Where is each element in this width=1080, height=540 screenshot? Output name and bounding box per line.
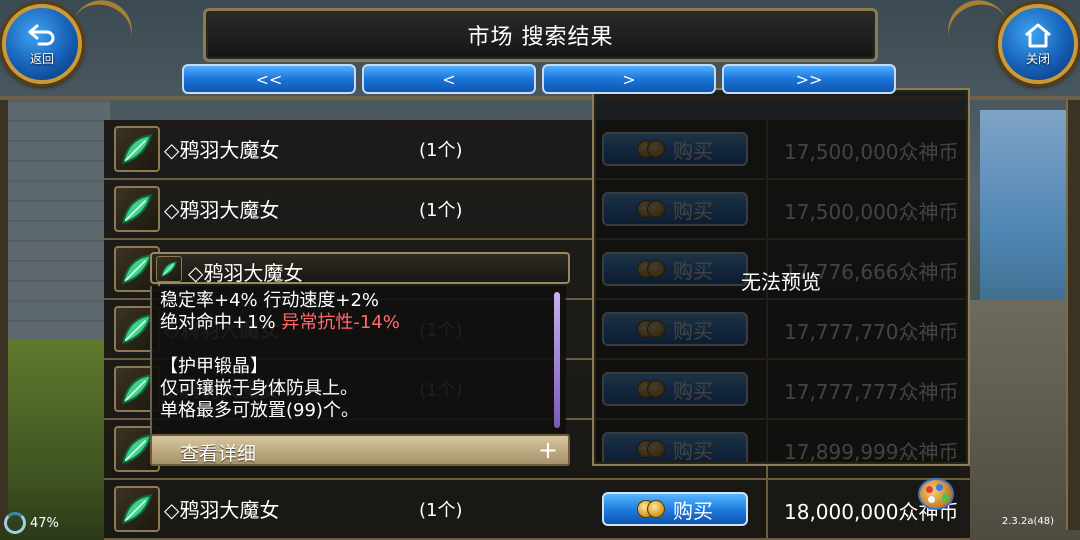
- item-icon: [156, 256, 182, 282]
- crystal-leaf-icon: [122, 134, 152, 164]
- pager-last-button[interactable]: >>: [722, 64, 896, 94]
- close-label: 关闭: [1025, 51, 1050, 66]
- listing-row[interactable]: ◇鸦羽大魔女 (1个) 购买 18,000,000众神币: [104, 480, 970, 540]
- coins-icon: [637, 498, 667, 520]
- battery-percent: 47%: [30, 515, 59, 531]
- tooltip-header: ◇鸦羽大魔女: [150, 252, 570, 285]
- palette-icon[interactable]: [918, 478, 954, 510]
- crystal-leaf-icon: [122, 374, 152, 404]
- plus-icon: +: [537, 436, 558, 464]
- home-icon: [1025, 23, 1051, 47]
- page-title: 市场 搜索结果: [467, 25, 614, 50]
- item-icon[interactable]: [114, 486, 160, 532]
- pager-next-button[interactable]: >: [542, 64, 716, 94]
- column-divider: [766, 480, 768, 540]
- crystal-leaf-icon: [122, 194, 152, 224]
- title-bar: 市场 搜索结果: [203, 8, 878, 62]
- tooltip-desc-line1: 仅可镶嵌于身体防具上。: [160, 378, 358, 399]
- close-button[interactable]: 关闭: [998, 4, 1078, 84]
- crystal-leaf-icon: [122, 494, 152, 524]
- tooltip-category: 【护甲锻晶】: [160, 356, 268, 377]
- tooltip-desc-line2: 单格最多可放置(99)个。: [160, 400, 359, 421]
- tooltip-stats-line1: 稳定率+4% 行动速度+2%: [160, 290, 379, 311]
- tooltip-body: 稳定率+4% 行动速度+2% 绝对命中+1% 异常抗性-14% 【护甲锻晶】 仅…: [150, 286, 566, 434]
- back-button[interactable]: 返回: [2, 4, 82, 84]
- crystal-leaf-icon: [122, 254, 152, 284]
- stat-resist-negative: 异常抗性-14%: [281, 312, 400, 333]
- item-quantity: (1个): [419, 140, 463, 161]
- back-arrow-icon: [28, 24, 55, 45]
- version-label: 2.3.2a(48): [1001, 516, 1054, 527]
- preview-panel: 无法预览: [592, 88, 970, 466]
- tooltip-title: ◇鸦羽大魔女: [188, 261, 304, 285]
- battery-status: 47%: [4, 512, 59, 534]
- item-quantity: (1个): [419, 500, 463, 521]
- panel-frame-left: [0, 100, 8, 530]
- item-icon[interactable]: [114, 126, 160, 172]
- crystal-leaf-icon: [122, 434, 152, 464]
- pager-prev-button[interactable]: <: [362, 64, 536, 94]
- buy-label: 购买: [673, 498, 713, 523]
- item-name: ◇鸦羽大魔女: [164, 198, 280, 222]
- pager-first-button[interactable]: <<: [182, 64, 356, 94]
- item-quantity: (1个): [419, 200, 463, 221]
- tooltip-scrollbar[interactable]: [554, 292, 560, 428]
- preview-message: 无法预览: [741, 270, 821, 294]
- stat-hit: 绝对命中+1%: [160, 312, 282, 333]
- tooltip-stats-line2: 绝对命中+1% 异常抗性-14%: [160, 312, 558, 334]
- view-details-label: 查看详细: [180, 443, 257, 465]
- item-name: ◇鸦羽大魔女: [164, 498, 280, 522]
- loading-icon: [4, 512, 26, 534]
- buy-button[interactable]: 购买: [602, 492, 748, 526]
- back-label: 返回: [29, 51, 54, 66]
- crystal-leaf-icon: [161, 261, 177, 277]
- panel-frame-right: [1066, 100, 1080, 530]
- item-icon[interactable]: [114, 186, 160, 232]
- item-name: ◇鸦羽大魔女: [164, 138, 280, 162]
- item-tooltip: ◇鸦羽大魔女 稳定率+4% 行动速度+2% 绝对命中+1% 异常抗性-14% 【…: [150, 252, 570, 466]
- view-details-button[interactable]: 查看详细 +: [150, 434, 570, 466]
- crystal-leaf-icon: [122, 314, 152, 344]
